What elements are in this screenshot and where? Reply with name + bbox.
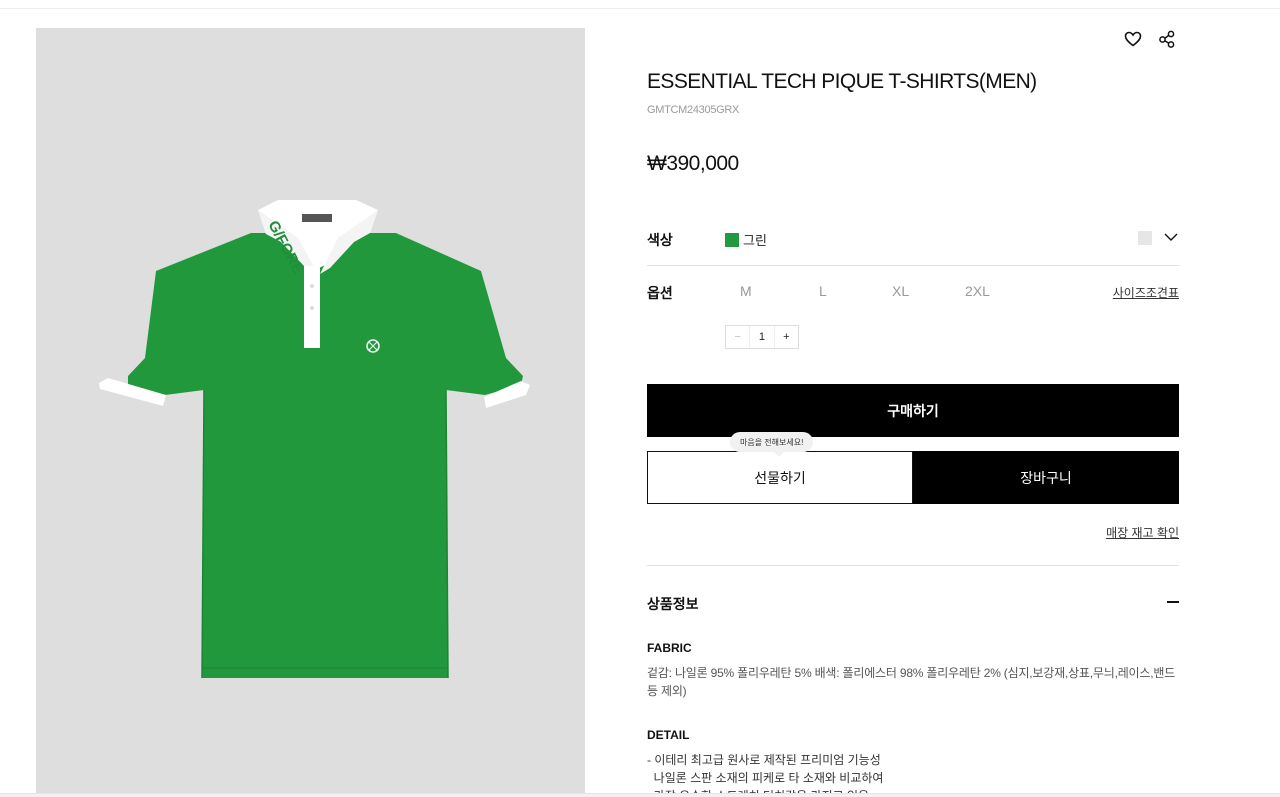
quantity-stepper: − 1 +: [725, 325, 799, 349]
product-image: G/FORE: [36, 28, 585, 797]
gift-button[interactable]: 선물하기: [647, 451, 913, 504]
product-info-panel: ESSENTIAL TECH PIQUE T-SHIRTS(MEN) GMTCM…: [647, 0, 1179, 797]
gift-tooltip: 마음을 전해보세요!: [730, 432, 814, 457]
color-thumbnail[interactable]: [1138, 231, 1152, 245]
size-option-xl[interactable]: XL: [892, 283, 909, 299]
quantity-increase-button[interactable]: +: [773, 326, 798, 348]
add-to-cart-button[interactable]: 장바구니: [913, 451, 1179, 504]
size-chart-link[interactable]: 사이즈조견표: [1113, 284, 1179, 301]
quantity-decrease-button[interactable]: −: [726, 326, 751, 348]
heart-icon[interactable]: [1122, 28, 1144, 50]
size-option-2xl[interactable]: 2XL: [965, 283, 990, 299]
fabric-description: 겉감: 나일론 95% 폴리우레탄 5% 배색: 폴리에스터 98% 폴리우레탄…: [647, 666, 1176, 698]
quantity-value[interactable]: 1: [750, 326, 773, 348]
store-stock-link[interactable]: 매장 재고 확인: [1106, 524, 1179, 541]
detail-heading: DETAIL: [647, 728, 690, 742]
fabric-heading: FABRIC: [647, 641, 692, 655]
size-option-l[interactable]: L: [819, 283, 827, 299]
color-label: 색상: [647, 232, 673, 248]
product-info-heading: 상품정보: [647, 596, 699, 612]
color-value: 그린: [743, 233, 767, 248]
size-option-m[interactable]: M: [740, 283, 752, 299]
detail-line: 나일론 스판 소재의 피케로 타 소재와 비교하여: [647, 771, 884, 785]
color-selector[interactable]: 그린: [725, 230, 767, 249]
bottom-bar: [0, 793, 1280, 797]
color-swatch: [725, 232, 739, 247]
share-icon[interactable]: [1156, 28, 1178, 50]
options-label: 옵션: [647, 285, 673, 301]
detail-line: - 이테리 최고급 원사로 제작된 프리미엄 기능성: [647, 753, 881, 767]
divider: [647, 265, 1179, 266]
detail-description: - 이테리 최고급 원사로 제작된 프리미엄 기능성 나일론 스판 소재의 피케…: [647, 751, 1179, 797]
divider: [647, 565, 1179, 566]
chevron-down-icon[interactable]: [1163, 229, 1179, 245]
product-price: ₩390,000: [647, 152, 739, 175]
product-sku: GMTCM24305GRX: [647, 104, 740, 116]
buy-button[interactable]: 구매하기: [647, 384, 1179, 437]
minus-icon[interactable]: [1167, 601, 1179, 603]
product-title: ESSENTIAL TECH PIQUE T-SHIRTS(MEN): [647, 70, 1037, 93]
